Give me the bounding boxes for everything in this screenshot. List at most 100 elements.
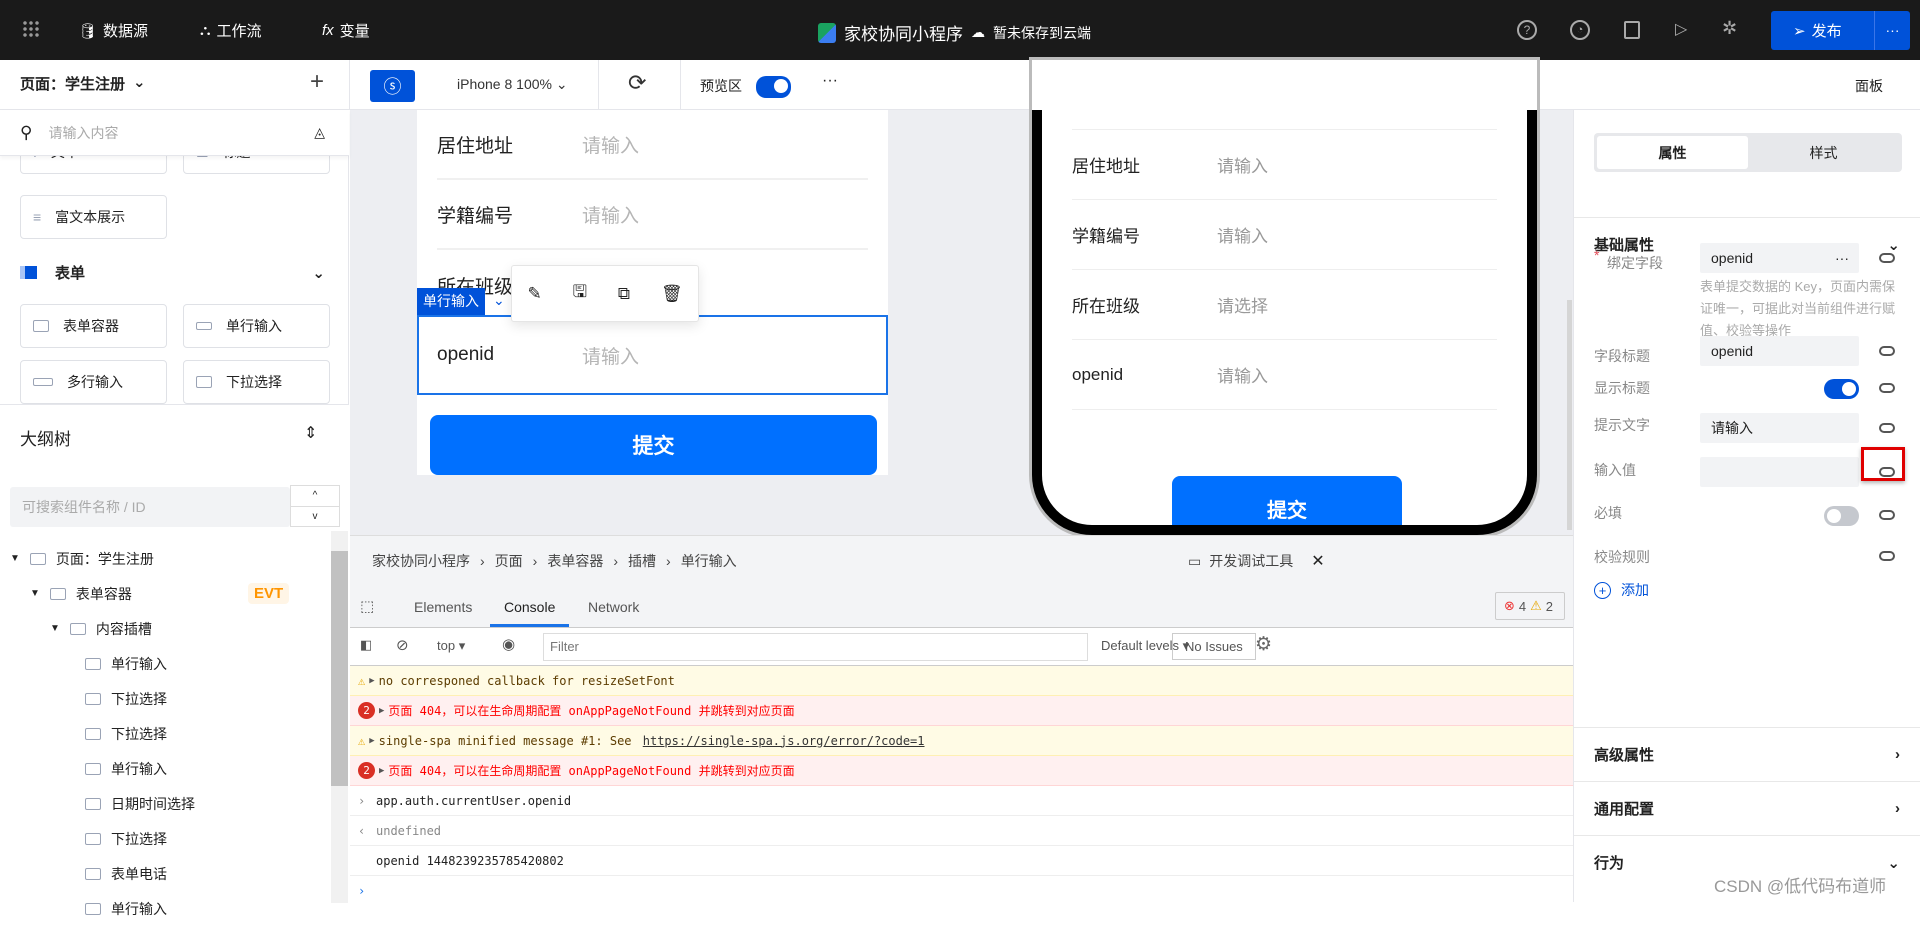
shapes-icon[interactable]: ◬	[314, 124, 325, 141]
tree-node[interactable]: 日期时间选择	[85, 786, 195, 821]
inspect-icon[interactable]: ⬚	[360, 597, 374, 615]
form-group-header[interactable]: 表单 ⌄	[20, 262, 325, 283]
miniprogram-icon[interactable]: ⓢ	[370, 70, 415, 102]
tree-node[interactable]: 下拉选择	[85, 716, 167, 751]
delete-icon[interactable]: 🗑	[661, 284, 683, 304]
field-title-input[interactable]: openid	[1700, 336, 1859, 366]
tab-network[interactable]: Network	[588, 599, 639, 615]
run-icon[interactable]: ▷	[1675, 19, 1687, 39]
link-icon[interactable]	[1879, 510, 1895, 520]
preview-toggle[interactable]	[756, 76, 791, 98]
tab-elements[interactable]: Elements	[414, 599, 472, 615]
link-icon[interactable]	[1879, 467, 1895, 477]
breadcrumb-item[interactable]: 家校协同小程序	[372, 551, 470, 571]
submit-button[interactable]: 提交	[430, 415, 877, 475]
event-badge[interactable]: EVT	[248, 583, 290, 604]
preview-submit-button[interactable]: 提交	[1172, 476, 1402, 525]
history-icon[interactable]: ◔	[1570, 20, 1590, 40]
breadcrumb-item[interactable]: 页面	[495, 551, 523, 571]
issues-button[interactable]: No Issues	[1172, 633, 1256, 660]
hint-input[interactable]: 请输入	[1700, 413, 1859, 443]
save-template-icon[interactable]: 🖫	[573, 279, 587, 308]
search-input[interactable]: 请输入内容	[48, 123, 118, 143]
tree-node[interactable]: 下拉选择	[85, 821, 167, 856]
save-icon[interactable]	[1624, 21, 1640, 39]
refresh-icon[interactable]: ⟳	[628, 70, 646, 96]
section-advanced[interactable]: 高级属性 ›	[1574, 727, 1920, 781]
link-icon[interactable]	[1879, 383, 1895, 393]
down-icon[interactable]: v	[291, 507, 339, 527]
tree-node[interactable]: 单行输入	[85, 646, 167, 681]
close-icon[interactable]: ✕	[1311, 551, 1324, 571]
tab-properties[interactable]: 属性	[1597, 136, 1748, 169]
caret-down-icon[interactable]: ▼	[50, 623, 60, 634]
bind-field-input[interactable]: openid ···	[1700, 243, 1859, 273]
nav-datasource[interactable]: 🛢 数据源	[78, 20, 148, 41]
more-icon[interactable]: ···	[1835, 250, 1849, 266]
expand-icon[interactable]: ▶	[379, 766, 384, 776]
console-warning[interactable]: ⚠ ▶ single-spa minified message #1: See ht…	[350, 726, 1573, 756]
link-icon[interactable]	[1879, 346, 1895, 356]
form-row-student-id[interactable]: 学籍编号 请输入	[437, 180, 868, 250]
eye-icon[interactable]: ◉	[502, 635, 515, 653]
more-button[interactable]: ···	[822, 72, 838, 90]
tab-console[interactable]: Console	[490, 599, 570, 627]
breadcrumb-item[interactable]: 表单容器	[547, 551, 603, 571]
link-icon[interactable]	[1879, 423, 1895, 433]
edit-icon[interactable]: ✎	[527, 284, 541, 304]
show-title-toggle[interactable]	[1824, 379, 1859, 399]
console-error[interactable]: 2 ▶ 页面 404，可以在生命周期配置 onAppPageNotFound 并跳转…	[350, 756, 1573, 786]
scrollbar-thumb[interactable]	[331, 551, 348, 786]
nav-workflow[interactable]: ⛬ 工作流	[200, 20, 262, 41]
publish-more-button[interactable]: ···	[1874, 11, 1910, 50]
link-icon[interactable]	[1879, 253, 1895, 263]
canvas-scrollbar[interactable]	[1567, 300, 1572, 530]
outline-search-input[interactable]: 可搜索组件名称 / ID	[10, 487, 290, 527]
breadcrumb-item[interactable]: 插槽	[628, 551, 656, 571]
publish-button[interactable]: ➢ 发布 ···	[1771, 11, 1910, 50]
tree-node[interactable]: 单行输入	[85, 751, 167, 786]
tree-node[interactable]: ▼ 页面：学生注册	[10, 541, 154, 576]
add-rule-button[interactable]: + 添加	[1594, 580, 1649, 600]
filter-input[interactable]: Filter	[543, 633, 1088, 661]
tab-style[interactable]: 样式	[1748, 136, 1899, 169]
sidebar-toggle-icon[interactable]: ◧	[360, 637, 372, 653]
component-form-container[interactable]: 表单容器	[20, 304, 167, 348]
page-select[interactable]: 页面：学生注册 ⌄	[20, 73, 146, 94]
link-icon[interactable]	[1879, 551, 1895, 561]
grid-icon[interactable]	[22, 20, 40, 38]
tree-node[interactable]: ▼ 内容插槽	[50, 611, 152, 646]
outline-nav-stepper[interactable]: ^ v	[290, 485, 340, 527]
preview-row[interactable]: 所在班级 请选择	[1072, 270, 1497, 340]
settings-icon[interactable]: ⚙	[1255, 633, 1272, 656]
preview-row[interactable]: 学籍编号 请输入	[1072, 200, 1497, 270]
section-general[interactable]: 通用配置 ›	[1574, 781, 1920, 835]
component-single-input[interactable]: 单行输入	[183, 304, 330, 348]
selected-openid-field[interactable]: openid 请输入	[417, 315, 888, 395]
help-icon[interactable]: ?	[1517, 20, 1537, 40]
required-toggle[interactable]	[1824, 506, 1859, 526]
preview-row[interactable]: openid 请输入	[1072, 340, 1497, 410]
preview-row[interactable]: 居住地址 请输入	[1072, 130, 1497, 200]
add-page-button[interactable]: +	[310, 68, 324, 96]
expand-icon[interactable]: ▶	[369, 676, 374, 686]
form-row-address[interactable]: 居住地址 请输入	[437, 110, 868, 180]
tree-node[interactable]: 单行输入	[85, 891, 167, 926]
nav-variables[interactable]: fx 变量	[322, 20, 370, 41]
component-textarea[interactable]: 多行输入	[20, 360, 167, 404]
outline-scrollbar[interactable]	[331, 531, 348, 903]
breadcrumb-item[interactable]: 单行输入	[681, 551, 737, 571]
context-select[interactable]: top ▾	[437, 638, 465, 654]
tree-node[interactable]: ▼ 表单容器 EVT	[30, 576, 290, 611]
console-error[interactable]: 2 ▶ 页面 404，可以在生命周期配置 onAppPageNotFound 并跳转…	[350, 696, 1573, 726]
copy-icon[interactable]: ⧉	[618, 284, 630, 304]
clear-console-icon[interactable]: ⊘	[396, 636, 409, 654]
component-select[interactable]: 下拉选择	[183, 360, 330, 404]
panel-button[interactable]: 面板	[1855, 76, 1883, 96]
selected-component-tag[interactable]: 单行输入	[417, 288, 485, 315]
issue-counts[interactable]: ⊗ 4 ⚠ 2	[1495, 592, 1565, 620]
expand-icon[interactable]: ▶	[369, 736, 374, 746]
device-select[interactable]: iPhone 8 100% ⌄	[457, 76, 568, 93]
expand-collapse-icon[interactable]: ⇕	[304, 423, 317, 443]
debug-icon[interactable]: ✲	[1722, 18, 1737, 39]
